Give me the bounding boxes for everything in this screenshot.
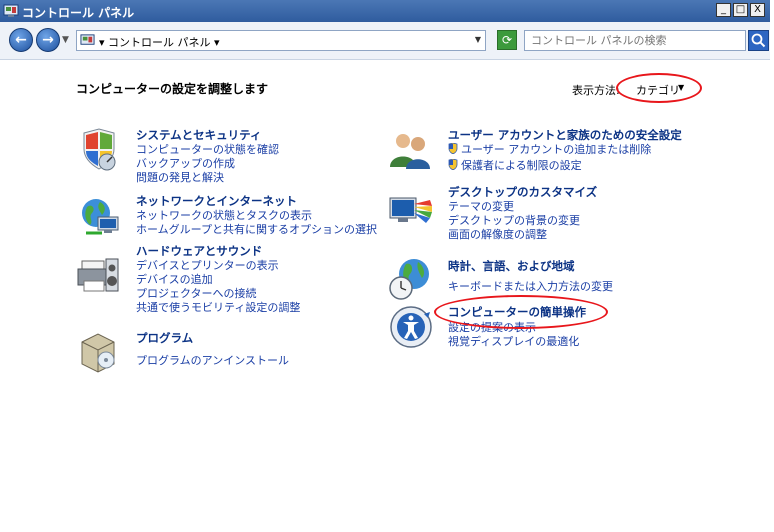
control-panel-icon <box>3 4 19 17</box>
minimize-button[interactable]: _ <box>716 3 731 17</box>
category-ease-of-access: コンピューターの簡単操作 設定の提案の表示 視覚ディスプレイの最適化 <box>388 304 748 354</box>
monitor-palette-icon <box>389 197 432 223</box>
program-box-icon <box>81 333 115 373</box>
view-by-dropdown[interactable]: カテゴリ ▼ <box>628 78 696 100</box>
breadcrumb[interactable]: ▾ コントロール パネル ▾ <box>99 34 220 50</box>
close-button[interactable]: X <box>750 3 765 17</box>
link-homegroup-options[interactable]: ホームグループと共有に関するオプションの選択 <box>136 221 377 237</box>
refresh-icon[interactable]: ⟳ <box>497 30 517 50</box>
category-title[interactable]: コンピューターの簡単操作 <box>448 304 586 320</box>
search-icon[interactable] <box>748 30 769 51</box>
category-clock-language-region: 時計、言語、および地域 キーボードまたは入力方法の変更 <box>388 256 748 302</box>
search-box[interactable] <box>524 30 746 51</box>
chevron-down-icon[interactable]: ▼ <box>678 83 684 92</box>
maximize-button[interactable]: □ <box>733 3 748 17</box>
window-title: コントロール パネル <box>22 6 135 20</box>
shield-icon <box>448 159 458 170</box>
category-programs: プログラム プログラムのアンインストール <box>76 328 376 374</box>
title-bar[interactable]: コントロール パネル _ □ X <box>0 0 770 22</box>
link-troubleshoot[interactable]: 問題の発見と解決 <box>136 169 224 185</box>
ease-of-access-icon <box>390 306 432 348</box>
shield-icon <box>448 143 458 154</box>
category-title[interactable]: 時計、言語、および地域 <box>448 258 575 274</box>
view-by-label: 表示方法: <box>572 84 620 97</box>
users-icon <box>390 134 430 169</box>
address-box[interactable]: ▾ コントロール パネル ▾ ▼ <box>76 30 486 51</box>
search-input[interactable] <box>531 32 741 49</box>
link-optimize-display[interactable]: 視覚ディスプレイの最適化 <box>448 333 579 349</box>
link-label[interactable]: ユーザー アカウントの追加または削除 <box>461 143 651 156</box>
history-dropdown-icon[interactable]: ▼ <box>62 35 69 45</box>
link-label[interactable]: 保護者による制限の設定 <box>461 159 582 172</box>
back-arrow-icon[interactable]: ← <box>9 28 33 52</box>
category-hardware-sound: ハードウェアとサウンド デバイスとプリンターの表示 デバイスの追加 プロジェクタ… <box>76 243 376 315</box>
control-panel-icon <box>80 34 95 45</box>
control-panel-window: コントロール パネル _ □ X ← → ▼ ▾ コントロール パネル ▾ ▼ … <box>0 0 770 384</box>
forward-arrow-icon[interactable]: → <box>36 28 60 52</box>
address-dropdown-icon[interactable]: ▼ <box>475 35 481 44</box>
link-mobility-settings[interactable]: 共通で使うモビリティ設定の調整 <box>136 299 300 315</box>
shield-icon <box>83 128 116 171</box>
category-system-security: システムとセキュリティ コンピューターの状態を確認 バックアップの作成 問題の発… <box>76 127 376 187</box>
address-bar: ← → ▼ ▾ コントロール パネル ▾ ▼ ⟳ <box>0 22 770 60</box>
category-network-internet: ネットワークとインターネット ネットワークの状態とタスクの表示 ホームグループと… <box>76 193 377 239</box>
network-globe-icon <box>82 199 119 235</box>
link-screen-resolution[interactable]: 画面の解像度の調整 <box>448 226 547 242</box>
link-add-remove-accounts[interactable]: ユーザー アカウントの追加または削除 <box>448 141 651 157</box>
link-keyboard-input[interactable]: キーボードまたは入力方法の変更 <box>448 278 613 294</box>
category-appearance: デスクトップのカスタマイズ テーマの変更 デスクトップの背景の変更 画面の解像度… <box>388 184 748 242</box>
link-parental-controls[interactable]: 保護者による制限の設定 <box>448 157 582 173</box>
printer-icon <box>77 258 119 292</box>
view-by-value[interactable]: カテゴリ <box>636 82 680 98</box>
category-user-accounts: ユーザー アカウントと家族のための安全設定 ユーザー アカウントの追加または削除… <box>388 127 748 177</box>
page-title: コンピューターの設定を調整します <box>76 82 269 96</box>
globe-clock-icon <box>389 259 429 300</box>
main-content: コンピューターの設定を調整します 表示方法: カテゴリ ▼ システムとセキュリテ… <box>0 60 770 384</box>
category-title[interactable]: プログラム <box>136 330 193 346</box>
link-uninstall-program[interactable]: プログラムのアンインストール <box>136 352 289 368</box>
